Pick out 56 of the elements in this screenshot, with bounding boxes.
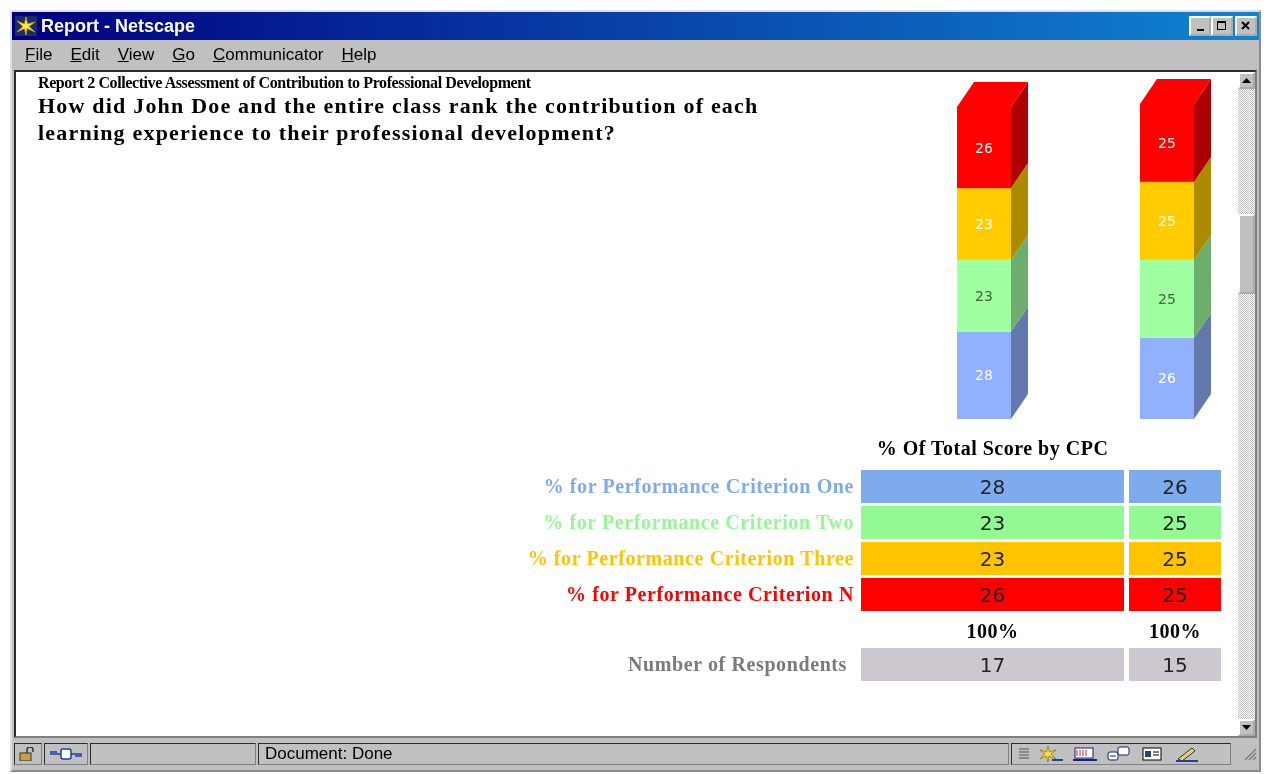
vertical-scrollbar[interactable] [1238, 72, 1255, 736]
resize-grip-icon[interactable] [1243, 747, 1257, 761]
maximize-button[interactable] [1211, 16, 1233, 36]
table-cell: 23 [861, 506, 1124, 539]
bar-value-label: 28 [975, 367, 993, 384]
total-value: 100% [1148, 619, 1202, 644]
bar-value-label: 25 [1158, 134, 1176, 151]
status-text: Document: Done [258, 743, 1009, 765]
table-cell: 25 [1129, 578, 1221, 611]
bar-value-label: 25 [1158, 212, 1176, 229]
table-cell: 26 [1129, 470, 1221, 503]
menu-item[interactable]: File [16, 43, 62, 67]
pen-icon[interactable] [1174, 745, 1200, 763]
scroll-up-button[interactable] [1238, 72, 1255, 89]
maximize-icon [1217, 21, 1227, 31]
minimize-icon [1196, 28, 1204, 31]
bar-value-label: 26 [975, 139, 993, 156]
scroll-down-button[interactable] [1238, 719, 1255, 736]
lock-icon[interactable] [14, 743, 42, 765]
scroll-thumb[interactable] [1238, 214, 1255, 294]
window-title: Report - Netscape [41, 15, 197, 37]
close-icon [1241, 21, 1251, 31]
menu-item[interactable]: Help [332, 43, 386, 67]
menu-item[interactable]: View [108, 43, 164, 67]
table-cell: 28 [861, 470, 1124, 503]
bar-value-label: 23 [975, 216, 993, 232]
table-cell: 15 [1129, 648, 1221, 681]
criterion-label: % for Performance Criterion N [564, 583, 855, 606]
table-cell: 25 [1129, 542, 1221, 575]
total-value: 100% [965, 619, 1020, 644]
report-subtitle: Report 2 Collective Assessment of Contribution to Professional Development [38, 74, 532, 92]
navigator-icon[interactable] [1038, 745, 1064, 763]
bar-value-label: 23 [975, 287, 993, 304]
bar-value-label: 25 [1158, 290, 1176, 307]
table-cell: 23 [861, 542, 1124, 575]
criterion-label: % for Performance Criterion Two [542, 511, 855, 534]
mailbox-icon[interactable] [1072, 745, 1098, 763]
table-cell: 25 [1129, 506, 1221, 539]
close-button[interactable] [1235, 16, 1257, 36]
menu-item[interactable]: Go [163, 43, 204, 67]
table-cell: 17 [861, 648, 1124, 681]
plug-icon[interactable] [44, 743, 88, 765]
down-arrow-icon [1242, 725, 1251, 730]
chat-bubbles-icon[interactable] [1106, 745, 1132, 763]
criterion-label: % for Performance Criterion One [542, 475, 855, 498]
star-logo-icon [15, 16, 37, 36]
bar-value-label: 26 [1158, 370, 1176, 387]
respondents-label: Number of Respondents [627, 653, 848, 676]
up-arrow-icon [1242, 78, 1251, 83]
criterion-label: % for Performance Criterion Three [526, 547, 855, 570]
menu-item[interactable]: Communicator [204, 43, 333, 67]
minimize-button[interactable] [1189, 16, 1211, 36]
table-cell: 26 [861, 578, 1124, 611]
question-text: How did John Doe and the entire class rank the contribution of each learning experience to their professional development? [38, 92, 760, 146]
menu-item[interactable]: Edit [61, 43, 109, 67]
column-header: % Of Total Score by CPC [875, 436, 1110, 461]
